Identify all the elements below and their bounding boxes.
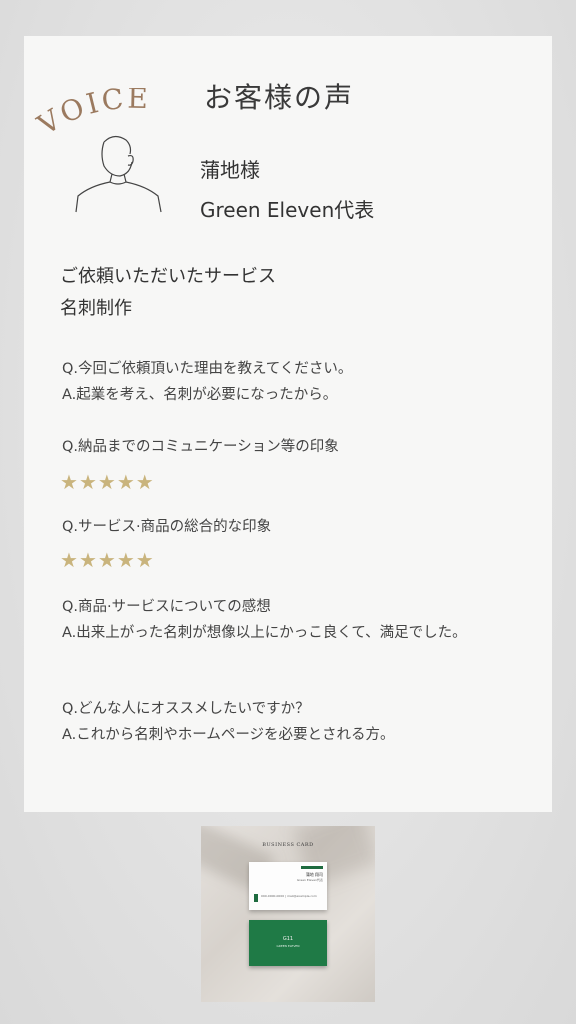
card-back-mark: G11 [282, 936, 294, 942]
business-card-back: G11 GREEN ELEVEN [249, 920, 327, 966]
customer-name: 蒲地様 [200, 158, 260, 182]
page-title: お客様の声 [204, 81, 355, 114]
qa-question: Q.今回ご依頼頂いた理由を教えてください。 [62, 361, 353, 377]
star-icon: ★ [97, 470, 117, 494]
qa-item-communication: Q.納品までのコミュニケーション等の印象 [62, 434, 532, 460]
photo-caption: BUSINESS CARD [262, 842, 314, 848]
qa-question: Q.商品·サービスについての感想 [62, 599, 271, 615]
star-icon: ★ [97, 548, 117, 572]
qa-question: Q.どんな人にオススメしたいですか？ [62, 701, 310, 717]
customer-organization: Green Eleven代表 [200, 198, 375, 222]
qa-question: Q.サービス·商品の総合的な印象 [62, 519, 272, 535]
person-outline-icon [75, 135, 162, 213]
star-icon: ★ [116, 470, 136, 494]
qa-answer: A.起業を考え、名刺が必要になったから。 [62, 387, 338, 403]
card-front-info: 090-0000-0000 | mail@example.com [261, 894, 317, 898]
star-icon: ★ [78, 548, 98, 572]
star-icon: ★ [60, 548, 79, 572]
qa-question: Q.納品までのコミュニケーション等の印象 [62, 439, 339, 455]
star-icon: ★ [135, 548, 155, 572]
star-icon: ★ [116, 548, 136, 572]
star-icon: ★ [60, 470, 79, 494]
qa-item-recommend: Q.どんな人にオススメしたいですか？ A.これから名刺やホームページを必要とされ… [62, 696, 532, 748]
card-back-sub: GREEN ELEVEN [276, 944, 300, 948]
card-logo-icon [254, 894, 258, 902]
business-card-photo: BUSINESS CARD 蒲地 翔司 Green Eleven代表 090-0… [201, 826, 375, 1002]
qa-item-overall: Q.サービス·商品の総合的な印象 [62, 514, 532, 540]
service-label: ご依頼いただいたサービス [60, 266, 276, 287]
business-card-front: 蒲地 翔司 Green Eleven代表 090-0000-0000 | mai… [249, 862, 327, 910]
qa-answer: A.これから名刺やホームページを必要とされる方。 [62, 727, 395, 743]
service-value: 名刺制作 [60, 298, 132, 319]
rating-stars-communication: ★★★★★ [60, 470, 155, 494]
qa-item-reason: Q.今回ご依頼頂いた理由を教えてください。 A.起業を考え、名刺が必要になったか… [62, 356, 532, 408]
qa-item-impression: Q.商品·サービスについての感想 A.出来上がった名刺が想像以上にかっこ良くて、… [62, 594, 532, 646]
star-icon: ★ [78, 470, 98, 494]
rating-stars-overall: ★★★★★ [60, 548, 155, 572]
star-icon: ★ [135, 470, 155, 494]
testimonial-card: VOICE お客様の声 蒲地様 Green Eleven代表 ご依頼いただいたサ… [24, 36, 552, 812]
card-front-role: Green Eleven代表 [296, 878, 323, 882]
qa-answer: A.出来上がった名刺が想像以上にかっこ良くて、満足でした。 [62, 625, 467, 641]
